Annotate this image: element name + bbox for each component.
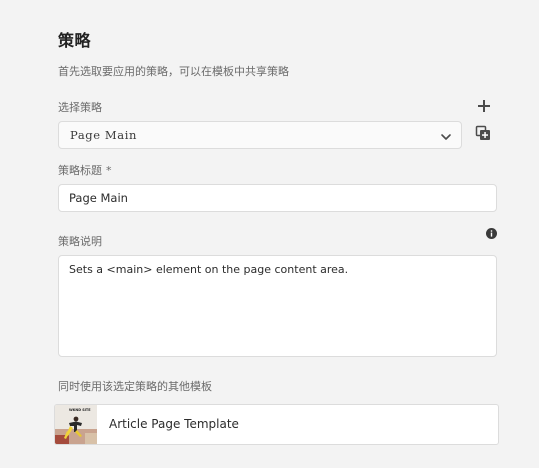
policy-title-label: 策略标题 * <box>58 162 112 178</box>
duplicate-icon[interactable] <box>475 125 491 141</box>
required-marker: * <box>106 164 112 177</box>
policy-title-label-text: 策略标题 <box>58 164 102 177</box>
policy-title-input[interactable] <box>58 184 497 212</box>
info-icon[interactable] <box>486 224 497 239</box>
policy-description-label: 策略说明 <box>58 235 102 248</box>
policy-description-text: 首先选取要应用的策略，可以在模板中共享策略 <box>58 65 289 78</box>
templates-label: 同时使用该选定策略的其他模板 <box>58 380 212 393</box>
chevron-down-icon <box>439 129 453 143</box>
plus-icon[interactable] <box>476 98 492 114</box>
policy-select[interactable]: Page Main <box>58 121 462 149</box>
policy-panel: 策略 首先选取要应用的策略，可以在模板中共享策略 选择策略 Page Main … <box>0 0 539 468</box>
policy-heading: 策略 <box>58 31 92 50</box>
template-name: Article Page Template <box>109 417 239 431</box>
policy-select-value: Page Main <box>70 128 138 142</box>
template-thumbnail: WKND SITE <box>55 405 97 444</box>
template-card[interactable]: WKND SITE Article Page Template <box>54 404 499 445</box>
template-thumbnail-text: WKND SITE <box>69 408 91 412</box>
select-policy-label: 选择策略 <box>58 101 102 114</box>
policy-description-textarea[interactable]: Sets a <main> element on the page conten… <box>58 255 497 357</box>
